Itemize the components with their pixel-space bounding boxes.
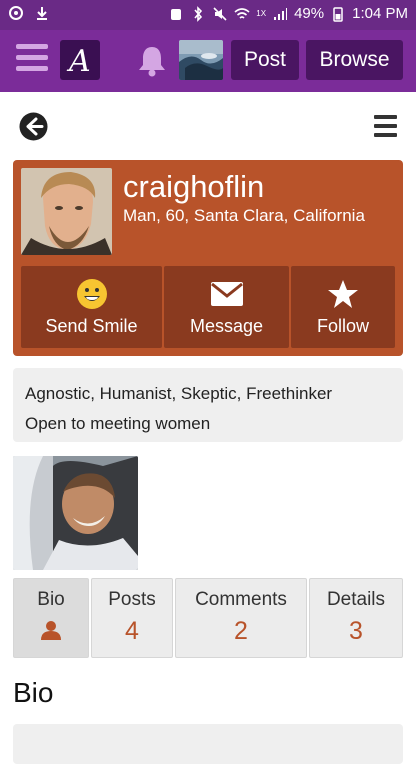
- follow-label: Follow: [316, 315, 369, 336]
- profile-summary: Agnostic, Humanist, Skeptic, Freethinker…: [13, 368, 403, 442]
- tab-comments-count: 2: [234, 617, 248, 645]
- follow-button[interactable]: Follow: [291, 266, 395, 348]
- smile-icon: [76, 278, 107, 309]
- tab-posts-count: 4: [125, 617, 139, 645]
- app-header: A Post Browse: [0, 30, 416, 92]
- tab-details-label: Details: [326, 589, 386, 610]
- tab-comments-label: Comments: [195, 589, 287, 610]
- battery-icon: [333, 6, 343, 22]
- tab-details-count: 3: [349, 617, 363, 645]
- message-label: Message: [189, 315, 264, 336]
- tab-bio-label: Bio: [37, 589, 65, 610]
- main-menu-button[interactable]: [16, 44, 48, 76]
- profile-actions: Send Smile Message Follow: [21, 266, 395, 348]
- profile-info: Man, 60, Santa Clara, California: [123, 206, 365, 225]
- user-avatar-thumb[interactable]: [179, 40, 223, 80]
- tab-posts[interactable]: Posts 4: [91, 578, 173, 658]
- envelope-icon: [210, 281, 243, 306]
- status-bar: 1X 49% 1:04 PM: [0, 0, 416, 30]
- svg-text:A: A: [66, 44, 91, 79]
- message-button[interactable]: Message: [164, 266, 289, 348]
- profile-username: craighoflin: [123, 169, 265, 204]
- profile-menu-button[interactable]: [374, 115, 397, 137]
- wifi-icon: [234, 7, 250, 19]
- download-icon: [37, 7, 47, 20]
- logo-letter-icon: A: [66, 44, 91, 79]
- send-smile-label: Send Smile: [45, 315, 138, 336]
- profile-card: craighoflin Man, 60, Santa Clara, Califo…: [13, 160, 403, 356]
- browse-button[interactable]: Browse: [306, 40, 403, 80]
- send-smile-button[interactable]: Send Smile: [21, 266, 162, 348]
- notification-icon: [9, 6, 23, 20]
- person-icon: [41, 621, 61, 640]
- bio-content: [13, 724, 403, 764]
- star-icon: [328, 279, 358, 308]
- back-arrow-icon[interactable]: [18, 111, 49, 142]
- tab-bio[interactable]: Bio: [13, 578, 89, 658]
- profile-photo[interactable]: [21, 168, 112, 255]
- tab-posts-label: Posts: [108, 589, 156, 610]
- signal-icon: [274, 7, 288, 20]
- notifications-bell-icon[interactable]: [134, 43, 170, 79]
- tab-details[interactable]: Details 3: [309, 578, 403, 658]
- alarm-icon: [171, 8, 182, 20]
- battery-percent: 49%: [294, 5, 325, 22]
- post-button[interactable]: Post: [231, 40, 299, 80]
- signal-label: 1X: [256, 9, 267, 18]
- mute-icon: [213, 6, 227, 21]
- profile-tabs: Bio Posts 4 Comments 2 Details 3: [13, 578, 403, 658]
- bio-heading: Bio: [13, 677, 54, 708]
- clock: 1:04 PM: [352, 5, 408, 22]
- app-logo[interactable]: A: [60, 40, 100, 80]
- tab-comments[interactable]: Comments 2: [175, 578, 307, 658]
- looking-for-text: Open to meeting women: [25, 414, 211, 433]
- beliefs-text: Agnostic, Humanist, Skeptic, Freethinker: [25, 384, 333, 403]
- gallery-photo[interactable]: [13, 456, 138, 570]
- bluetooth-icon: [194, 5, 203, 22]
